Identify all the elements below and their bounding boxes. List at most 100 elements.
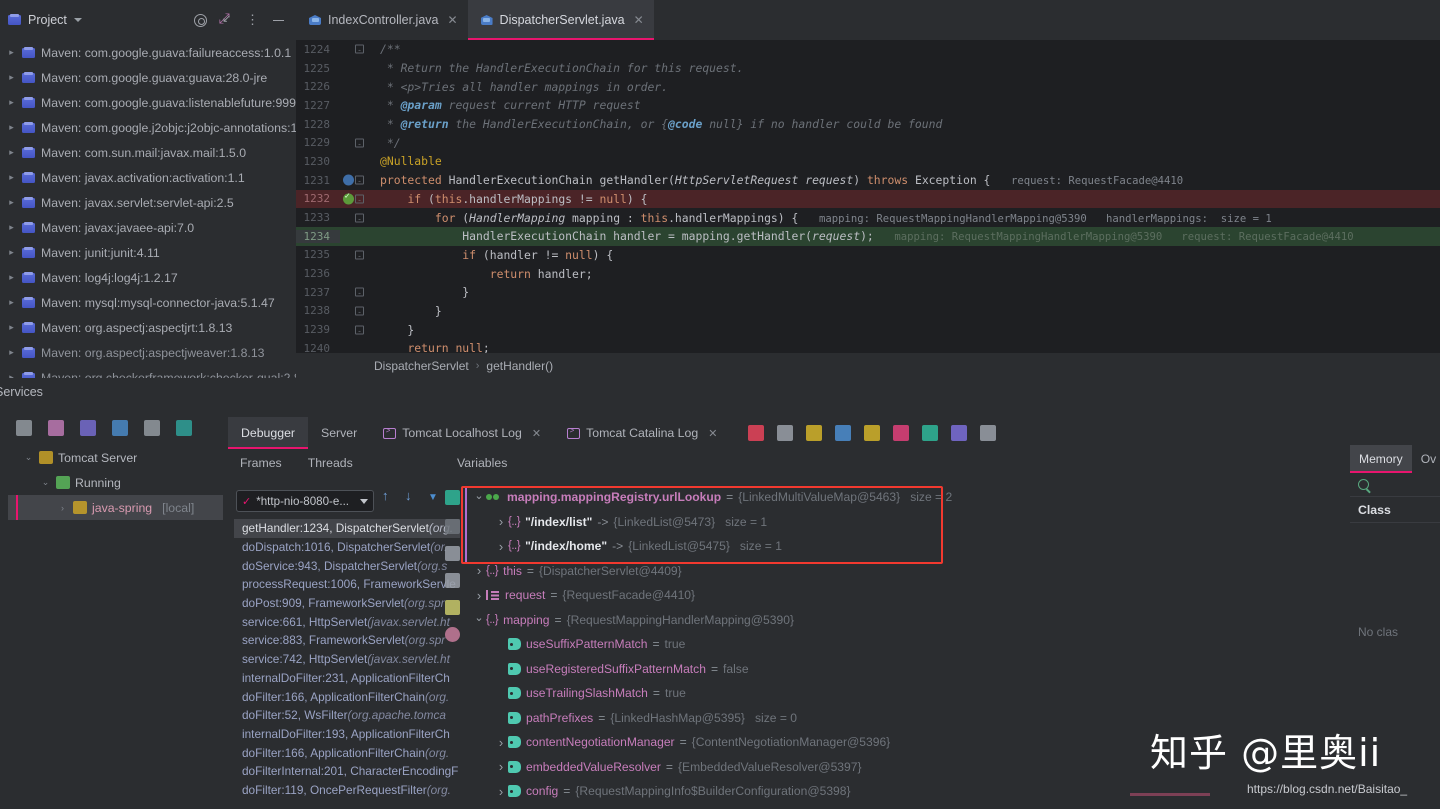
editor-line[interactable]: 1224 - /**	[296, 40, 1440, 59]
close-icon[interactable]: ✕	[634, 13, 644, 27]
editor-gutter[interactable]	[340, 59, 374, 78]
variable-row[interactable]: {..} "/index/list" -> {LinkedList@5473} size…	[462, 510, 1350, 535]
collapse-arrow-icon[interactable]	[472, 613, 486, 626]
fold-icon[interactable]: -	[355, 306, 364, 316]
editor-line[interactable]: 1227 * @param request current HTTP reque…	[296, 96, 1440, 115]
avatar-icon[interactable]	[445, 627, 460, 642]
editor-gutter[interactable]: -	[340, 302, 374, 321]
editor-line[interactable]: 1231 - protected HandlerExecutionChain get…	[296, 171, 1440, 190]
move-down-icon[interactable]	[445, 573, 460, 588]
editor-gutter[interactable]: -	[340, 133, 374, 152]
fold-icon[interactable]: -	[355, 325, 364, 335]
services-tree[interactable]: ⌄ Tomcat Server ⌄ Running › java-spring [local…	[8, 445, 223, 805]
editor-gutter[interactable]	[340, 115, 374, 134]
project-tree-item[interactable]: ▸ Maven: javax:javaee-api:7.0	[0, 215, 296, 240]
frame-list-item[interactable]: getHandler:1234, DispatcherServlet (org.	[234, 519, 460, 538]
debugger-tab-tomcat-localhost-log[interactable]: Tomcat Localhost Log ✕	[370, 417, 554, 449]
frame-list-item[interactable]: doFilter:119, OncePerRequestFilter (org.	[234, 781, 460, 800]
services-tool-window-label[interactable]: Services	[0, 385, 43, 399]
project-tree-item[interactable]: ▸ Maven: org.aspectj:aspectjrt:1.8.13	[0, 315, 296, 340]
target-icon[interactable]	[193, 13, 208, 28]
expand-arrow-icon[interactable]	[494, 735, 508, 750]
expand-arrow-icon[interactable]: ⌄	[40, 477, 51, 488]
expand-arrow-icon[interactable]	[494, 784, 508, 799]
project-tree-item[interactable]: ▸ Maven: log4j:log4j:1.2.17	[0, 265, 296, 290]
editor-line[interactable]: 1240 return null;	[296, 339, 1440, 353]
expand-arrow-icon[interactable]: ›	[57, 503, 68, 513]
editor-line[interactable]: 1238 - }	[296, 302, 1440, 321]
expand-arrow-icon[interactable]: ▸	[6, 247, 17, 258]
expand-all-icon[interactable]	[16, 420, 32, 436]
step-into-icon[interactable]	[806, 425, 823, 441]
project-tree-item[interactable]: ▸ Maven: org.checkerframework:checker-qua…	[0, 365, 296, 378]
editor-line[interactable]: 1233 - for (HandlerMapping mapping : this…	[296, 208, 1440, 227]
breadcrumb-method[interactable]: getHandler()	[486, 359, 553, 373]
editor-gutter[interactable]: -	[340, 320, 374, 339]
chevron-down-icon[interactable]	[73, 18, 82, 22]
variable-row[interactable]: useSuffixPatternMatch = true	[462, 632, 1350, 657]
expand-arrow-icon[interactable]: ▸	[6, 322, 17, 333]
add-watch-icon[interactable]	[445, 490, 460, 505]
frame-list-item[interactable]: doService:943, DispatcherServlet (org.s	[234, 556, 460, 575]
project-tree-item[interactable]: ▸ Maven: com.google.guava:guava:28.0-jre	[0, 65, 296, 90]
expand-arrow-icon[interactable]: ▸	[6, 172, 17, 183]
expand-arrow-icon[interactable]	[472, 563, 486, 578]
services-tree-item[interactable]: ⌄ Tomcat Server	[8, 445, 223, 470]
run-to-cursor-icon[interactable]	[922, 425, 939, 441]
fold-icon[interactable]: -	[355, 138, 364, 148]
variable-row[interactable]: mapping.mappingRegistry.urlLookup = {Linke…	[462, 485, 1350, 510]
project-tree-item[interactable]: ▸ Maven: org.aspectj:aspectjweaver:1.8.13	[0, 340, 296, 365]
editor-gutter[interactable]: -	[340, 283, 374, 302]
project-tree-item[interactable]: ▸ Maven: mysql:mysql-connector-java:5.1.4…	[0, 290, 296, 315]
expand-arrow-icon[interactable]: ▸	[6, 147, 17, 158]
step-over-icon[interactable]	[777, 425, 794, 441]
fold-icon[interactable]: -	[355, 250, 364, 260]
evaluate-expression-icon[interactable]	[951, 425, 968, 441]
project-tree-item[interactable]: ▸ Maven: com.google.guava:failureaccess:1…	[0, 40, 296, 65]
variable-row[interactable]: {..} mapping = {RequestMappingHandlerMappin…	[462, 608, 1350, 633]
editor-gutter[interactable]: -	[340, 246, 374, 265]
minimize-icon[interactable]	[271, 13, 286, 28]
editor-line[interactable]: 1228 * @return the HandlerExecutionChain…	[296, 115, 1440, 134]
project-tree-item[interactable]: ▸ Maven: javax.activation:activation:1.1	[0, 165, 296, 190]
filter-icon[interactable]	[112, 420, 128, 436]
force-step-into-icon[interactable]	[835, 425, 852, 441]
frame-list-item[interactable]: processRequest:1006, FrameworkServle	[234, 575, 460, 594]
up-arrow-icon[interactable]	[382, 488, 394, 505]
editor-line[interactable]: 1226 * <p>Tries all handler mappings in …	[296, 77, 1440, 96]
expand-arrow-icon[interactable]	[494, 539, 508, 554]
variable-row[interactable]: {..} this = {DispatcherServlet@4409}	[462, 559, 1350, 584]
editor-gutter[interactable]	[340, 152, 374, 171]
collapse-all-icon[interactable]	[48, 420, 64, 436]
thread-selector[interactable]: ✓ *http-nio-8080-e...	[236, 490, 374, 512]
memory-search-field[interactable]	[1350, 473, 1440, 497]
debugger-tab-debugger[interactable]: Debugger	[228, 417, 309, 450]
collapse-all-icon[interactable]	[219, 12, 234, 28]
editor-tab-dispatcherservlet[interactable]: DispatcherServlet.java ✕	[467, 0, 654, 41]
expand-arrow-icon[interactable]: ▸	[6, 297, 17, 308]
project-tree-item[interactable]: ▸ Maven: com.google.guava:listenablefutur…	[0, 90, 296, 115]
copy-icon[interactable]	[445, 600, 460, 615]
frame-list-item[interactable]: internalDoFilter:193, ApplicationFilterC…	[234, 725, 460, 744]
close-icon[interactable]: ✕	[708, 427, 717, 440]
close-icon[interactable]: ✕	[447, 13, 457, 27]
project-tree-item[interactable]: ▸ Maven: com.sun.mail:javax.mail:1.5.0	[0, 140, 296, 165]
frames-list[interactable]: getHandler:1234, DispatcherServlet (org.…	[234, 519, 460, 799]
tab-memory[interactable]: Memory	[1350, 445, 1412, 474]
expand-arrow-icon[interactable]: ▸	[6, 272, 17, 283]
editor-gutter[interactable]	[340, 227, 374, 246]
debugger-tab-tomcat-catalina-log[interactable]: Tomcat Catalina Log ✕	[554, 417, 730, 449]
editor-line[interactable]: 1235 - if (handler != null) {	[296, 246, 1440, 265]
fold-icon[interactable]: -	[355, 194, 364, 204]
editor-line[interactable]: 1229 - */	[296, 133, 1440, 152]
variable-row[interactable]: {..} "/index/home" -> {LinkedList@5475} size…	[462, 534, 1350, 559]
add-tab-icon[interactable]	[144, 420, 160, 436]
expand-arrow-icon[interactable]: ▸	[6, 222, 17, 233]
move-up-icon[interactable]	[445, 546, 460, 561]
frame-list-item[interactable]: service:661, HttpServlet (javax.servlet.…	[234, 612, 460, 631]
tab-overhead[interactable]: Ov	[1412, 445, 1440, 473]
variable-row[interactable]: useRegisteredSuffixPatternMatch = false	[462, 657, 1350, 682]
editor-line[interactable]: 1230 @Nullable	[296, 152, 1440, 171]
grid-view-icon[interactable]	[80, 420, 96, 436]
frame-list-item[interactable]: service:883, FrameworkServlet (org.spr	[234, 631, 460, 650]
